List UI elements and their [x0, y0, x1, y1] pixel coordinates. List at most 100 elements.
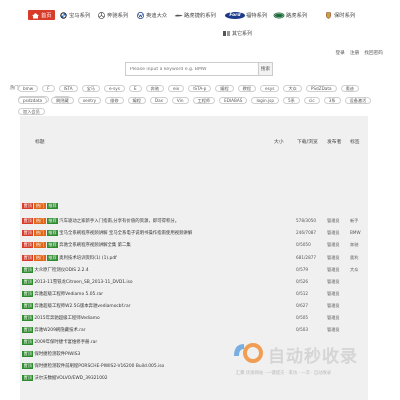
nav-bmw[interactable]: 宝马系列	[59, 10, 90, 20]
file-link[interactable]: 2013-11雪铁龙Citroen_SB_2013-11_DVD1.iso	[34, 279, 132, 285]
hot-tag[interactable]: 编程	[127, 97, 146, 104]
file-link[interactable]: 奔驰超级工程师Vediamo 5.05.rar	[34, 291, 103, 297]
table-row: 置顶 热门 推荐 奔驰全系刷程序视频讲解全集 第二集 0/5050 管理员 奔驰	[20, 241, 368, 249]
row-publisher: 管理员	[327, 327, 340, 332]
file-link[interactable]: 保时捷检测软件PIWIS3	[34, 351, 80, 357]
table-row: 置顶 奔驰超级工程师Vediamo 5.05.rar 0/512 管理员	[20, 290, 368, 298]
nav-porsche[interactable]: 保时系列	[324, 10, 355, 20]
forgot-password-link[interactable]: 找回密码	[364, 50, 383, 56]
search-button[interactable]: 搜索	[258, 62, 273, 76]
hot-tag[interactable]: 加入会员	[18, 108, 45, 115]
status-badge: 热门	[34, 230, 46, 236]
row-tag[interactable]: BMW	[350, 230, 361, 235]
hot-tag[interactable]: psdzdata	[18, 97, 48, 104]
row-downloads: 0/5050	[296, 242, 311, 247]
file-link[interactable]: 奔驰超级工程师W2.5G版本奔驰vediamocbf.rar	[34, 303, 130, 309]
row-publisher: 管理员	[327, 242, 340, 247]
row-downloads: 246/7087	[296, 230, 317, 235]
row-tag[interactable]: 新手	[350, 218, 358, 224]
hot-tag[interactable]: 工程师	[192, 97, 216, 104]
status-badge: 置顶	[22, 291, 34, 297]
hot-tag[interactable]: Vin	[171, 97, 189, 104]
hot-tag[interactable]: ISTA	[58, 85, 78, 92]
hot-tag[interactable]: ISTA-p	[188, 85, 212, 92]
table-header: 标题 大小 下载/浏览 发布者 标签	[20, 136, 368, 146]
row-title-cell: 置顶 沃尔沃数据VOLVO/EWD_39321002	[22, 375, 108, 381]
ford-logo-icon: Ford	[225, 11, 245, 19]
hot-tag[interactable]: 设备激活	[344, 97, 372, 104]
hot-tag[interactable]: cic	[303, 97, 320, 104]
row-downloads: 0/526	[296, 279, 309, 284]
hot-tag[interactable]: 奔驰	[145, 85, 164, 92]
mercedes-logo-icon	[97, 11, 106, 19]
row-downloads: 681/2877	[296, 255, 317, 260]
row-downloads: 0/505	[296, 315, 309, 320]
register-link[interactable]: 注册	[350, 50, 359, 56]
hot-tag[interactable]: E	[128, 85, 142, 92]
nav-vw-audi[interactable]: 奥迪大众	[136, 10, 167, 20]
hot-tag[interactable]: 教程	[237, 85, 257, 92]
hot-tag[interactable]: e-sys	[103, 85, 125, 92]
hot-tag[interactable]: F	[42, 85, 55, 92]
nav-home[interactable]: 首页	[28, 10, 55, 20]
hot-tag[interactable]: 奥迪	[340, 85, 359, 92]
hot-tag[interactable]: 3系	[323, 97, 341, 104]
nav-label: 保时系列	[334, 13, 356, 19]
login-link[interactable]: 登录	[335, 50, 344, 56]
row-publisher: 管理员	[327, 267, 340, 272]
hot-tag[interactable]: 维修	[105, 97, 124, 104]
nav-benz[interactable]: 奔驰系列	[97, 10, 128, 20]
table-row: 置顶 奔驰W209刷隐藏技术.rar 0/503 管理员	[20, 326, 368, 334]
hot-tag[interactable]: 5系	[283, 97, 300, 104]
file-link[interactable]: 汽车驱动之家新手入门指南,分享有价值的资源，即可得积分。	[59, 218, 179, 224]
hot-tag[interactable]: 宝马	[81, 85, 100, 92]
file-link[interactable]: 2015年奔驰超级工程师Vediamo	[34, 315, 99, 321]
hot-tag[interactable]: xentry	[77, 97, 102, 104]
hot-tag[interactable]: PSdZData	[305, 85, 337, 92]
other-brands-icon	[222, 30, 231, 37]
status-badge: 置顶	[22, 279, 34, 285]
row-downloads: 0/512	[296, 291, 309, 296]
table-row: 置顶 热门 推荐 汽车驱动之家新手入门指南,分享有价值的资源，即可得积分。 578/30…	[20, 217, 368, 225]
row-title-cell: 置顶 热门 推荐 奔驰全系刷程序视频讲解全集 第二集	[22, 242, 131, 248]
table-row: 置顶 2013-11雪铁龙Citroen_SB_2013-11_DVD1.iso 0…	[20, 278, 368, 286]
table-row: 置顶 奔驰超级工程师W2.5G版本奔驰vediamocbf.rar 0/627 管理员	[20, 302, 368, 310]
status-badge: 置顶	[22, 339, 34, 345]
row-downloads: 0/579	[296, 267, 309, 272]
hot-tag[interactable]: bmw	[18, 85, 39, 92]
file-link[interactable]: 奥利技术培训资料(1) (1).pdf	[59, 255, 116, 261]
hot-tag[interactable]: esys	[260, 85, 280, 92]
file-link[interactable]: 2009年保时捷卡宴维修手册.rar	[34, 339, 97, 345]
row-tag[interactable]: 奔驰	[350, 242, 358, 248]
hot-tag[interactable]: 大众	[283, 85, 302, 92]
file-link[interactable]: 保时捷检测软件前刷程PORSCHE-PIWIS2-V16200 Build.00…	[34, 363, 164, 369]
hot-tag[interactable]: 编程	[215, 85, 234, 92]
row-title-cell: 置顶 2015年奔驰超级工程师Vediamo	[22, 315, 100, 321]
status-badge: 热门	[34, 203, 46, 209]
hot-tag[interactable]: eix	[167, 85, 185, 92]
file-link[interactable]: 奔驰W209刷隐藏技术.rar	[34, 327, 85, 333]
nav-landrover-jaguar[interactable]: 路虎捷豹系列	[174, 10, 216, 20]
status-badge: 置顶	[22, 375, 34, 381]
row-tag[interactable]: 奥利	[350, 255, 358, 261]
nav-other[interactable]: 其它系列	[222, 29, 252, 38]
table-row: 置顶 热门 推荐 奥利技术培训资料(1) (1).pdf 681/2877 管理员 奥利	[20, 254, 368, 262]
row-publisher: 管理员	[327, 315, 340, 320]
nav-landrover[interactable]: 路虎系列	[273, 10, 307, 20]
row-title-cell: 置顶 热门 推荐 奥利技术培训资料(1) (1).pdf	[22, 255, 117, 261]
status-badge: 置顶	[22, 203, 34, 209]
row-publisher: 管理员	[327, 303, 340, 308]
file-link[interactable]: 奔驰全系刷程序视频讲解全集 第二集	[59, 242, 131, 248]
file-link[interactable]: 沃尔沃数据VOLVO/EWD_39321002	[34, 375, 107, 381]
file-link[interactable]: 大众原厂检测仪ODIS 2.2.4	[34, 267, 88, 273]
row-publisher: 管理员	[327, 291, 340, 296]
nav-ford[interactable]: Ford 福特系列	[225, 10, 267, 20]
row-publisher: 管理员	[327, 230, 340, 235]
file-link[interactable]: 宝马全系刷程序视频讲解 宝马全系电子说明书操作指南使用视频讲解	[59, 230, 192, 236]
hot-tag[interactable]: Das	[149, 97, 168, 104]
hot-tag[interactable]: 刷隐藏	[51, 97, 74, 104]
search-input[interactable]	[125, 62, 258, 76]
hot-tag[interactable]: EDIABAS	[219, 97, 248, 104]
row-tag[interactable]: 大众	[350, 267, 358, 273]
hot-tag[interactable]: login.jsp	[251, 97, 279, 104]
